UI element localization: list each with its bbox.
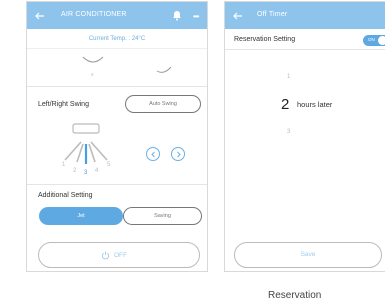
left-right-swing-label: Left/Right Swing bbox=[38, 101, 89, 108]
figure-caption: Reservation bbox=[268, 290, 322, 301]
reservation-toggle-switch[interactable]: ON bbox=[363, 35, 385, 46]
jet-option[interactable]: Jet bbox=[39, 207, 123, 225]
swing-position-1[interactable]: 1 bbox=[62, 162, 65, 168]
bell-icon[interactable] bbox=[172, 9, 182, 21]
swing-right-button[interactable] bbox=[171, 147, 185, 161]
power-icon bbox=[101, 251, 110, 260]
picker-unit-label: hours later bbox=[297, 100, 333, 109]
section-divider bbox=[27, 86, 207, 87]
partial-scroll-label: s bbox=[91, 72, 94, 78]
swing-position-4[interactable]: 4 bbox=[95, 168, 98, 174]
reservation-setting-row: Reservation Setting ON bbox=[225, 29, 385, 50]
air-conditioner-screen: AIR CONDITIONER ••• Current Temp. : 24°C… bbox=[26, 1, 208, 272]
app-header: AIR CONDITIONER ••• bbox=[27, 2, 207, 29]
switch-knob bbox=[378, 36, 385, 45]
power-off-label: OFF bbox=[114, 252, 127, 259]
swing-position-2[interactable]: 2 bbox=[73, 168, 76, 174]
picker-previous-value[interactable]: 1 bbox=[287, 74, 290, 80]
back-arrow-icon[interactable] bbox=[232, 10, 244, 22]
current-temperature: Current Temp. : 24°C bbox=[27, 29, 207, 49]
swing-left-button[interactable] bbox=[146, 147, 160, 161]
swing-position-5[interactable]: 5 bbox=[107, 162, 110, 168]
additional-setting-label: Additional Setting bbox=[38, 192, 93, 199]
picker-next-value[interactable]: 3 bbox=[287, 129, 290, 135]
more-options-icon[interactable]: ••• bbox=[193, 12, 199, 21]
back-arrow-icon[interactable] bbox=[34, 10, 46, 22]
additional-setting-toggle: Jet Saving bbox=[39, 207, 202, 225]
switch-on-label: ON bbox=[368, 37, 375, 42]
chevron-left-icon bbox=[151, 151, 155, 158]
swing-position-3[interactable]: 3 bbox=[84, 170, 87, 176]
page-title: AIR CONDITIONER bbox=[61, 11, 127, 18]
chevron-right-icon bbox=[177, 151, 181, 158]
saving-option[interactable]: Saving bbox=[123, 207, 202, 225]
auto-swing-button[interactable]: Auto Swing bbox=[125, 95, 201, 113]
app-header: Off Timer bbox=[225, 2, 385, 29]
power-off-button[interactable]: OFF bbox=[38, 242, 200, 268]
page-title: Off Timer bbox=[257, 11, 288, 18]
section-divider bbox=[27, 184, 207, 185]
save-button[interactable]: Save bbox=[234, 242, 382, 268]
reservation-setting-label: Reservation Setting bbox=[234, 36, 296, 43]
off-timer-screen: Off Timer Reservation Setting ON 1 2 hou… bbox=[224, 1, 385, 272]
picker-selected-value[interactable]: 2 bbox=[281, 96, 289, 113]
